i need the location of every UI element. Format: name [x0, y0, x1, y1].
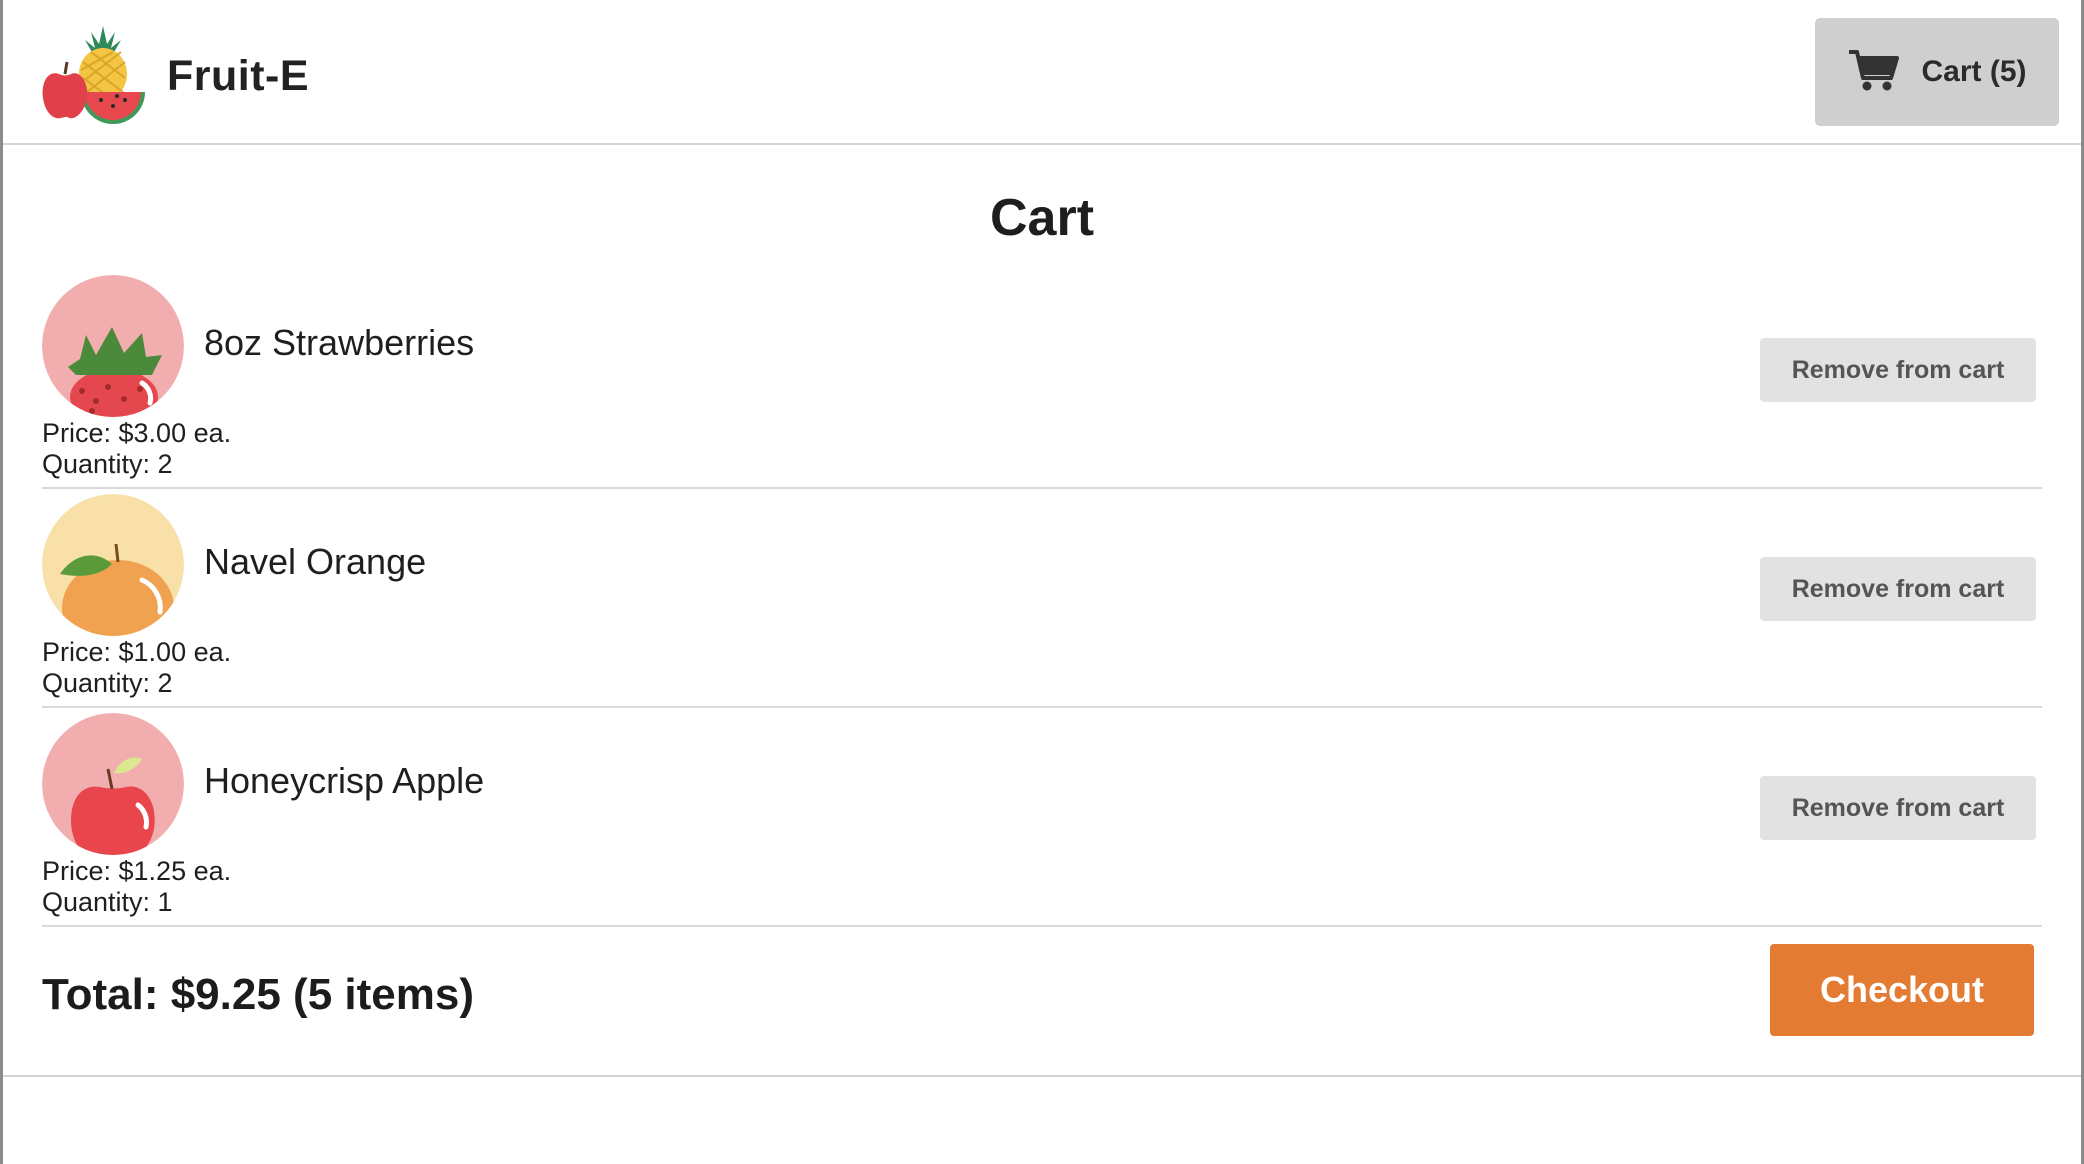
cart-item: 8oz Strawberries Price: $3.00 ea. Quanti…	[42, 270, 2042, 489]
item-price: Price: $1.25 ea.	[42, 856, 232, 886]
item-details: Price: $3.00 ea. Quantity: 2	[42, 418, 231, 480]
cart-item: Honeycrisp Apple Price: $1.25 ea. Quanti…	[42, 708, 2042, 927]
divider	[3, 1075, 2081, 1077]
item-details: Price: $1.25 ea. Quantity: 1	[42, 856, 231, 918]
top-bar: Fruit-E Cart (5)	[3, 0, 2081, 145]
apple-icon	[42, 713, 184, 855]
cart-item-list: 8oz Strawberries Price: $3.00 ea. Quanti…	[42, 270, 2042, 927]
item-details: Price: $1.00 ea. Quantity: 2	[42, 637, 231, 699]
item-quantity: Quantity: 2	[42, 668, 173, 698]
remove-from-cart-button[interactable]: Remove from cart	[1760, 338, 2036, 402]
cart-total: Total: $9.25 (5 items)	[42, 970, 474, 1019]
item-name[interactable]: 8oz Strawberries	[204, 322, 474, 364]
cart-button-label: Cart (5)	[1921, 55, 2027, 88]
cart-button[interactable]: Cart (5)	[1815, 18, 2059, 126]
item-name[interactable]: Honeycrisp Apple	[204, 760, 484, 802]
remove-from-cart-button[interactable]: Remove from cart	[1760, 557, 2036, 621]
strawberry-icon	[42, 275, 184, 417]
remove-from-cart-button[interactable]: Remove from cart	[1760, 776, 2036, 840]
fruit-logo-icon[interactable]	[41, 22, 147, 124]
item-name[interactable]: Navel Orange	[204, 541, 426, 583]
orange-icon	[42, 494, 184, 636]
item-price: Price: $3.00 ea.	[42, 418, 232, 448]
item-price: Price: $1.00 ea.	[42, 637, 232, 667]
item-quantity: Quantity: 1	[42, 887, 173, 917]
page-title: Cart	[989, 189, 1095, 247]
cart-item: Navel Orange Price: $1.00 ea. Quantity: …	[42, 489, 2042, 708]
shopping-cart-icon	[1847, 48, 1900, 97]
item-quantity: Quantity: 2	[42, 449, 173, 479]
checkout-button[interactable]: Checkout	[1770, 944, 2034, 1036]
brand-name[interactable]: Fruit-E	[167, 52, 309, 101]
